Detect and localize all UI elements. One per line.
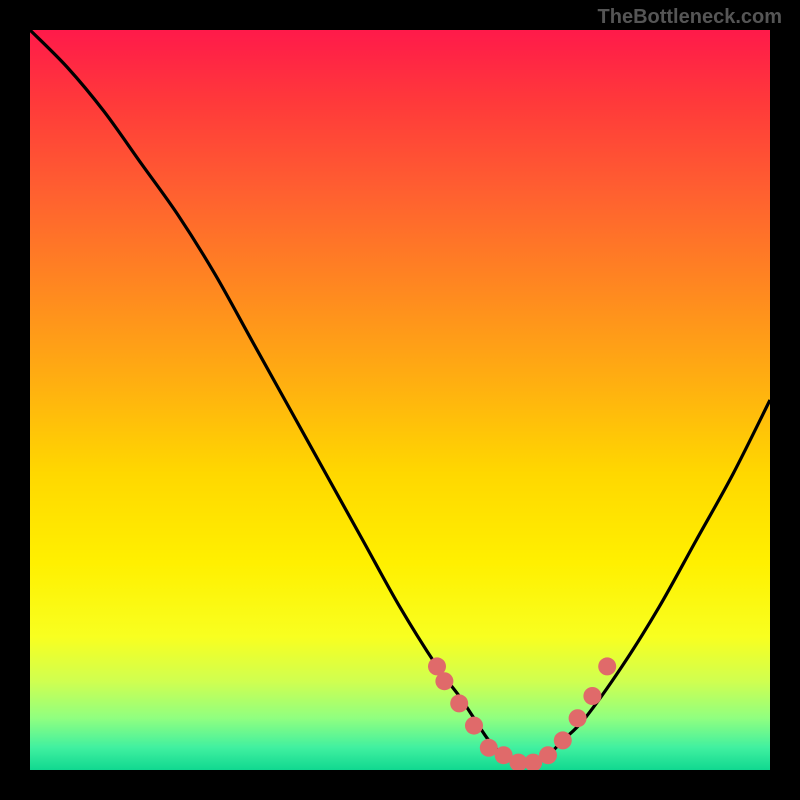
data-marker xyxy=(554,731,572,749)
bottleneck-curve xyxy=(30,30,770,764)
watermark-text: TheBottleneck.com xyxy=(598,6,782,29)
data-marker xyxy=(583,687,601,705)
data-marker xyxy=(539,746,557,764)
plot-area xyxy=(30,30,770,770)
data-marker xyxy=(598,657,616,675)
data-marker xyxy=(435,672,453,690)
chart-container: TheBottleneck.com xyxy=(0,0,800,800)
curve-layer xyxy=(30,30,770,770)
data-marker xyxy=(450,694,468,712)
data-marker xyxy=(569,709,587,727)
data-marker xyxy=(465,717,483,735)
